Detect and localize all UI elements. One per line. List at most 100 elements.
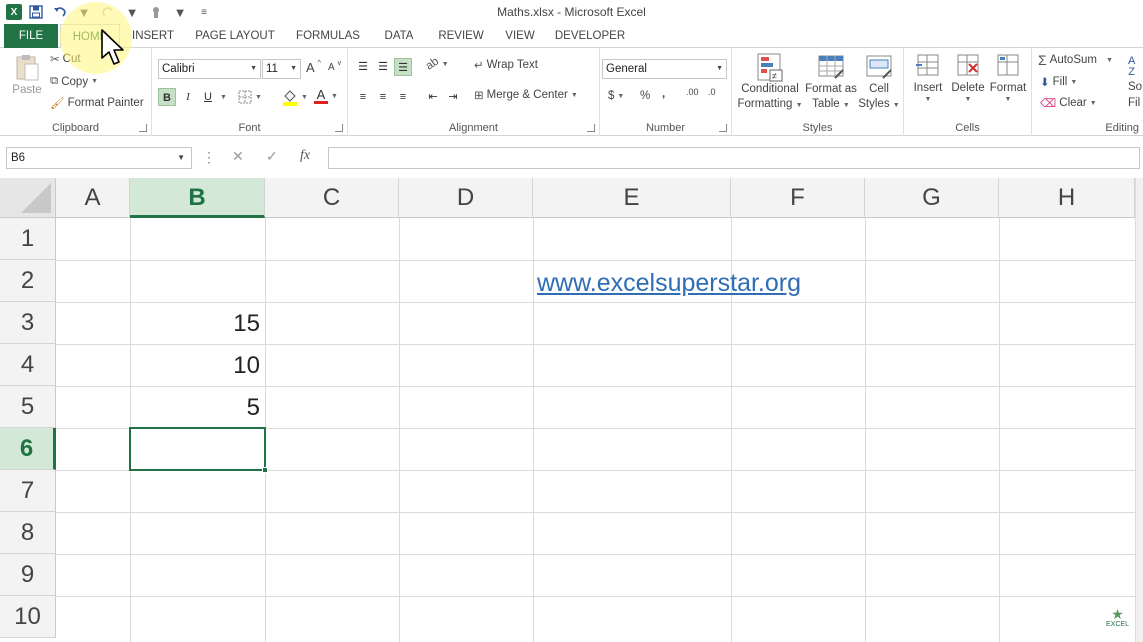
font-name-box[interactable]: Calibri ▼ xyxy=(158,59,261,79)
row-header-6[interactable]: 6 xyxy=(0,428,56,470)
accounting-format-button[interactable]: $ ▼ xyxy=(608,90,624,102)
tab-view[interactable]: VIEW xyxy=(500,24,540,48)
row-header-10[interactable]: 10 xyxy=(0,596,56,638)
tab-home[interactable]: HOME xyxy=(60,24,120,49)
row-header-2[interactable]: 2 xyxy=(0,260,56,302)
insert-function-icon[interactable]: fx xyxy=(300,148,310,164)
column-header-d[interactable]: D xyxy=(399,178,533,218)
row-header-3[interactable]: 3 xyxy=(0,302,56,344)
format-cells-button[interactable]: Format ▼ xyxy=(988,52,1028,103)
underline-button[interactable]: U ▼ xyxy=(199,88,227,106)
tab-page-layout[interactable]: PAGE LAYOUT xyxy=(190,24,280,48)
top-align-button[interactable]: ☰ xyxy=(354,58,372,76)
row-header-5[interactable]: 5 xyxy=(0,386,56,428)
font-size-box[interactable]: 11 ▼ xyxy=(262,59,301,79)
column-header-a[interactable]: A xyxy=(56,178,130,218)
cell-b5[interactable]: 5 xyxy=(131,387,260,429)
merge-center-button[interactable]: ⊞ Merge & Center ▼ xyxy=(474,88,578,102)
formula-bar-resize-icon[interactable]: ⋮ xyxy=(202,149,216,166)
column-header-e[interactable]: E xyxy=(533,178,731,218)
number-group: General ▼ $ ▼ % , .00 .0 Number xyxy=(600,48,732,136)
tab-formulas[interactable]: FORMULAS xyxy=(292,24,364,48)
cell-b3[interactable]: 15 xyxy=(131,303,260,345)
clear-button[interactable]: ⌫ Clear ▼ xyxy=(1040,96,1097,110)
sort-filter-button[interactable]: AZ So Fil xyxy=(1128,56,1142,109)
decrease-decimal-button[interactable]: .0 xyxy=(708,88,716,97)
decrease-indent-button[interactable]: ⇤ xyxy=(424,88,442,106)
paste-icon xyxy=(16,55,39,81)
active-cell-b6[interactable] xyxy=(129,427,268,473)
increase-decimal-button[interactable]: .00 xyxy=(686,88,699,97)
row-header-4[interactable]: 4 xyxy=(0,344,56,386)
shrink-font-label: A xyxy=(328,62,335,73)
tab-data[interactable]: DATA xyxy=(376,24,422,48)
middle-align-button[interactable]: ☰ xyxy=(374,58,392,76)
wrap-text-button[interactable]: ↵ Wrap Text xyxy=(474,58,538,72)
grow-font-label: A xyxy=(306,60,315,75)
column-header-c[interactable]: C xyxy=(265,178,399,218)
tab-file[interactable]: FILE xyxy=(4,24,58,48)
row-header-1[interactable]: 1 xyxy=(0,218,56,260)
tab-review[interactable]: REVIEW xyxy=(432,24,490,48)
font-color-button[interactable]: A ▼ xyxy=(314,88,338,104)
autosum-button[interactable]: Σ AutoSum ▼ xyxy=(1038,52,1113,68)
copy-button[interactable]: ⧉ Copy ▼ xyxy=(50,75,98,88)
delete-cells-button[interactable]: Delete ▼ xyxy=(948,52,988,103)
column-header-g[interactable]: G xyxy=(865,178,999,218)
fill-button[interactable]: ⬇ Fill ▼ xyxy=(1040,75,1077,89)
wrap-text-icon: ↵ xyxy=(474,60,484,72)
insert-cells-button[interactable]: Insert ▼ xyxy=(908,52,948,103)
row-header-9[interactable]: 9 xyxy=(0,554,56,596)
delete-cells-icon xyxy=(957,54,979,76)
bold-button[interactable]: B xyxy=(158,88,176,106)
cell-e2-hyperlink[interactable]: www.excelsuperstar.org xyxy=(537,262,801,304)
row-header-7[interactable]: 7 xyxy=(0,470,56,512)
gridline xyxy=(865,218,866,642)
fill-dropdown-icon: ▼ xyxy=(1070,78,1078,86)
cut-button[interactable]: ✂ Cut xyxy=(50,52,81,66)
column-header-h[interactable]: H xyxy=(999,178,1135,218)
row-header-8[interactable]: 8 xyxy=(0,512,56,554)
cancel-entry-icon[interactable]: ✕ xyxy=(232,148,244,165)
column-header-b[interactable]: B xyxy=(130,178,265,218)
number-format-dropdown-icon: ▼ xyxy=(716,65,723,72)
fill-handle[interactable] xyxy=(262,467,268,473)
paste-button[interactable]: Paste xyxy=(10,54,44,96)
sigma-icon: Σ xyxy=(1038,52,1047,68)
number-format-box[interactable]: General ▼ xyxy=(602,59,727,79)
percent-button[interactable]: % xyxy=(640,90,650,102)
number-launcher-icon[interactable] xyxy=(719,124,727,132)
increase-indent-button[interactable]: ⇥ xyxy=(444,88,462,106)
format-as-table-button[interactable]: Format as Table ▼ xyxy=(804,52,858,112)
font-launcher-icon[interactable] xyxy=(335,124,343,132)
borders-button[interactable]: ▼ xyxy=(238,90,262,104)
delete-dropdown-icon: ▼ xyxy=(964,96,972,103)
select-all-button[interactable] xyxy=(0,178,56,218)
cell-styles-button[interactable]: Cell Styles ▼ xyxy=(858,52,900,112)
name-box[interactable]: B6 ▼ xyxy=(6,147,192,169)
tab-insert[interactable]: INSERT xyxy=(128,24,178,48)
grow-font-button[interactable]: A ^ xyxy=(306,60,321,75)
format-painter-button[interactable]: 🖌 Format Painter xyxy=(50,96,144,110)
align-left-button[interactable]: ≡ xyxy=(354,88,372,106)
clipboard-launcher-icon[interactable] xyxy=(139,124,147,132)
formula-input[interactable] xyxy=(328,147,1140,169)
bottom-align-button[interactable]: ☰ xyxy=(394,58,412,76)
confirm-entry-icon[interactable]: ✓ xyxy=(266,148,278,165)
align-right-button[interactable]: ≡ xyxy=(394,88,412,106)
orientation-button[interactable]: ab ▼ xyxy=(424,55,449,72)
alignment-launcher-icon[interactable] xyxy=(587,124,595,132)
copy-label: Copy xyxy=(61,75,89,88)
align-center-button[interactable]: ≡ xyxy=(374,88,392,106)
italic-button[interactable]: I xyxy=(179,88,197,106)
conditional-formatting-button[interactable]: ≠ Conditional Formatting ▼ xyxy=(736,52,804,112)
comma-style-button[interactable]: , xyxy=(662,88,665,100)
sort-label-2: Fil xyxy=(1128,96,1141,109)
fill-color-button[interactable]: ▼ xyxy=(282,88,308,106)
tab-developer[interactable]: DEVELOPER xyxy=(552,24,628,48)
vertical-scrollbar[interactable] xyxy=(1135,178,1143,642)
column-header-f[interactable]: F xyxy=(731,178,865,218)
cell-b4[interactable]: 10 xyxy=(131,345,260,387)
shrink-font-button[interactable]: Av xyxy=(328,60,341,73)
gridline xyxy=(399,218,400,642)
